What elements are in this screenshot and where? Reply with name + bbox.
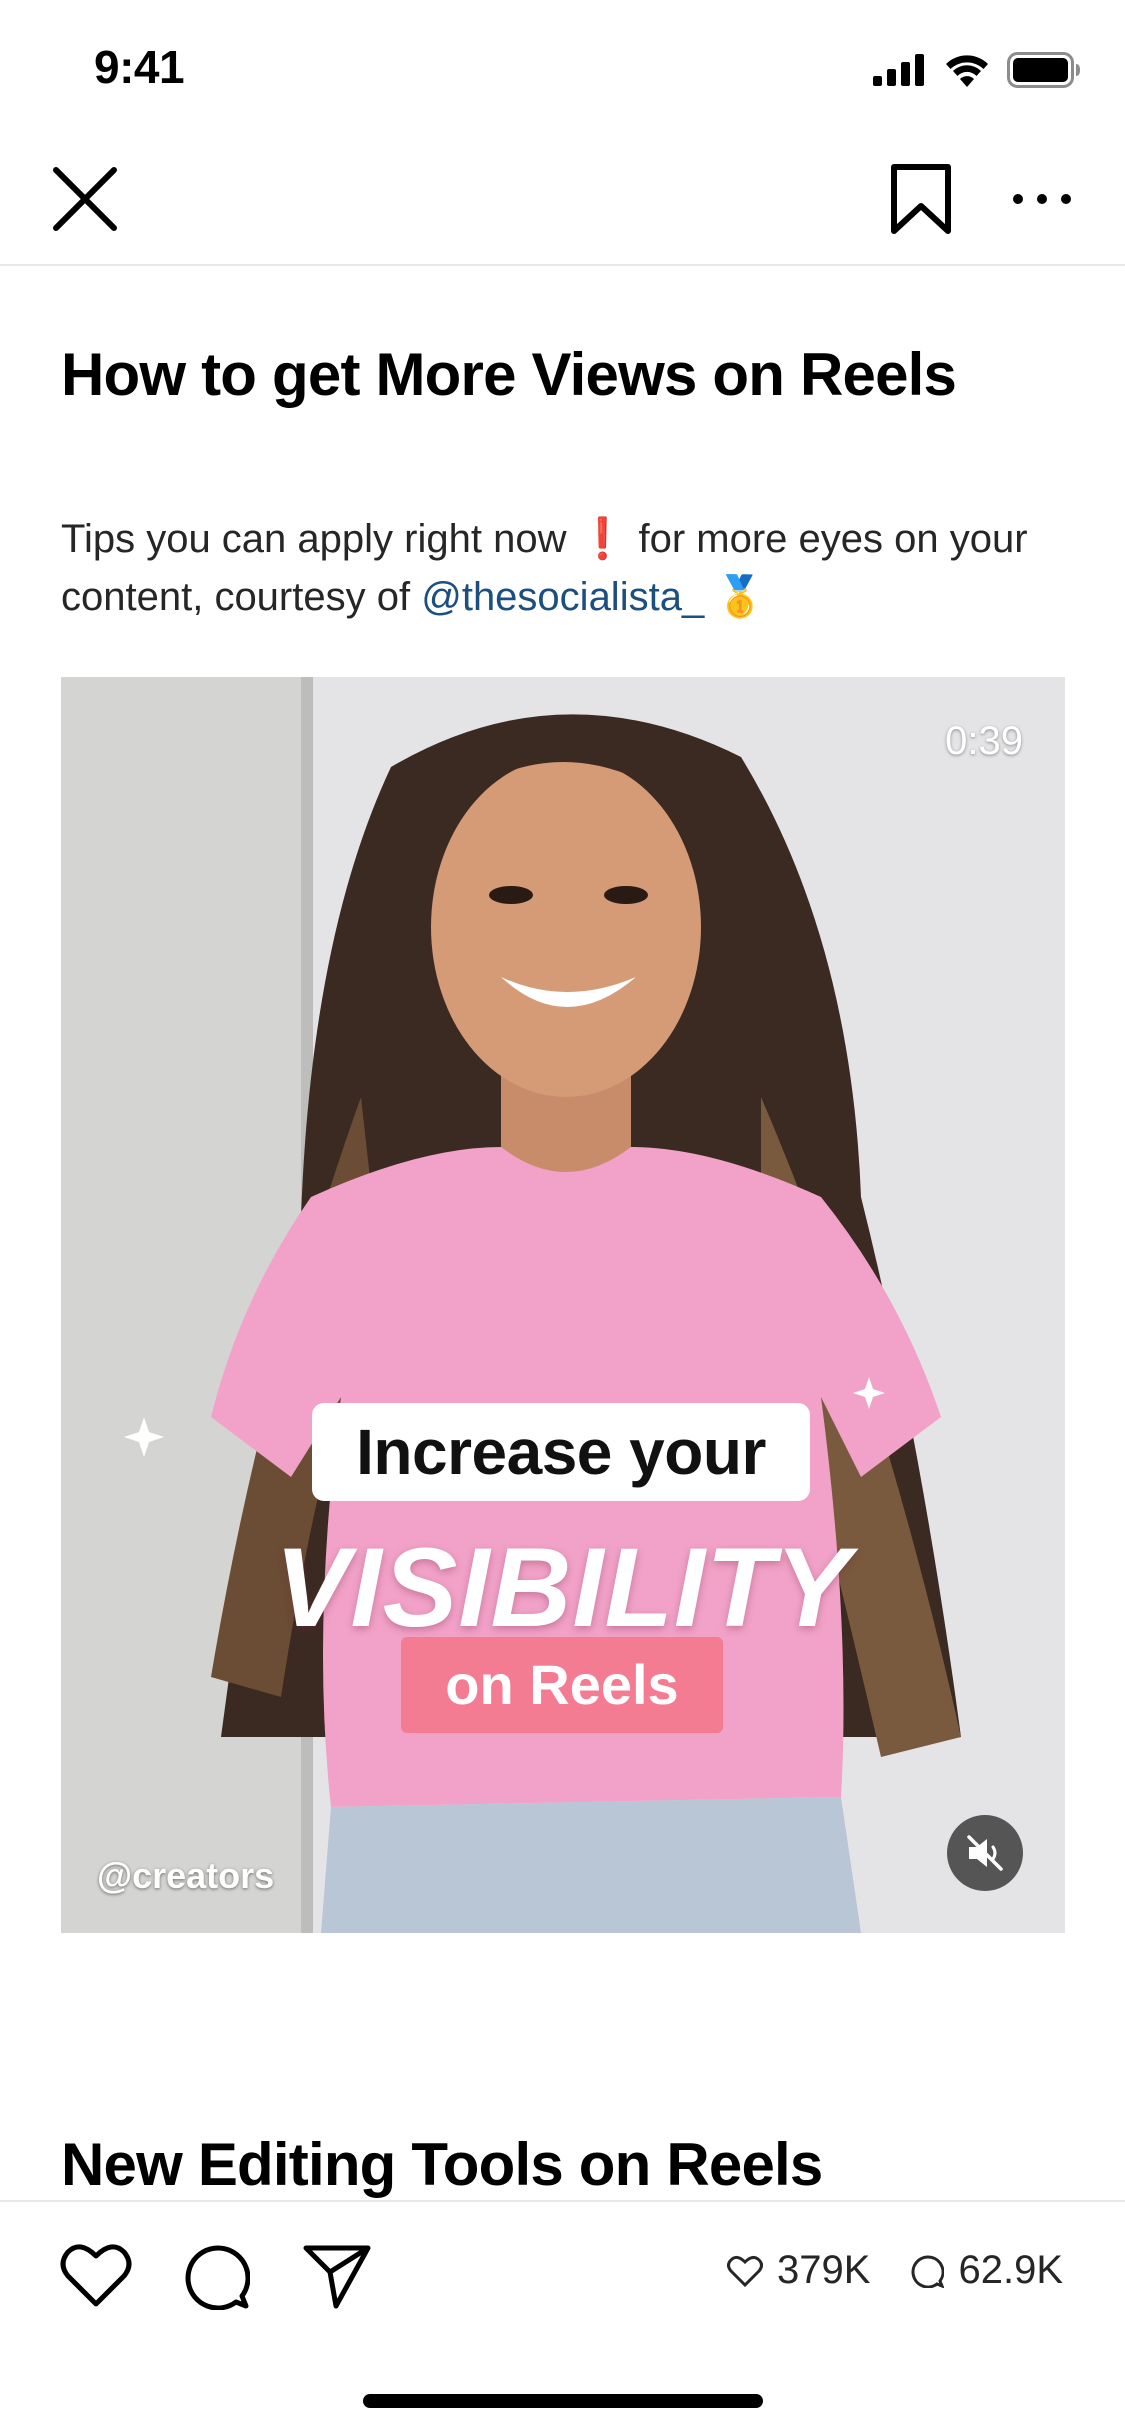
- battery-icon: [1007, 52, 1080, 88]
- likes-count: 379K: [777, 2248, 871, 2292]
- close-icon[interactable]: [50, 164, 120, 234]
- bookmark-icon[interactable]: [888, 162, 954, 236]
- mute-button[interactable]: [947, 1815, 1023, 1891]
- share-icon[interactable]: [302, 2242, 372, 2310]
- reel-video[interactable]: Increase your VISIBILITY on Reels 0:39 @…: [61, 677, 1065, 1933]
- wifi-icon: [946, 55, 988, 87]
- likes-stat: 379K: [727, 2248, 870, 2293]
- home-indicator: [363, 2394, 763, 2408]
- overlay-text-line2: VISIBILITY: [274, 1525, 852, 1650]
- heart-icon[interactable]: [60, 2242, 132, 2308]
- comment-small-icon: [912, 2255, 945, 2288]
- medal-emoji: 🥇: [715, 575, 766, 619]
- author-mention-link[interactable]: @thesocialista_: [421, 575, 704, 619]
- status-icons: [873, 48, 1081, 92]
- next-section-title: New Editing Tools on Reels: [61, 2131, 823, 2198]
- video-author-handle: @creators: [97, 1855, 275, 1896]
- article-subtitle: Tips you can apply right now ❗ for more …: [61, 510, 1071, 626]
- engagement-stats: 379K 62.9K: [727, 2248, 1063, 2293]
- comments-count: 62.9K: [958, 2248, 1063, 2292]
- cellular-signal-icon: [873, 54, 924, 86]
- video-duration: 0:39: [945, 719, 1023, 763]
- overlay-text-line3: on Reels: [401, 1637, 723, 1733]
- status-time: 9:41: [94, 41, 185, 93]
- video-thumbnail: [61, 677, 1065, 1933]
- overlay-text-line1: Increase your: [312, 1403, 810, 1501]
- comments-stat: 62.9K: [910, 2248, 1063, 2293]
- more-horizontal-icon[interactable]: [1010, 172, 1074, 226]
- muted-speaker-icon: [967, 1835, 1003, 1871]
- comment-icon[interactable]: [182, 2242, 250, 2310]
- heart-small-icon: [727, 2255, 764, 2287]
- article-title: How to get More Views on Reels: [61, 341, 957, 408]
- nav-bar: [0, 132, 1125, 266]
- status-bar: 9:41: [0, 0, 1125, 132]
